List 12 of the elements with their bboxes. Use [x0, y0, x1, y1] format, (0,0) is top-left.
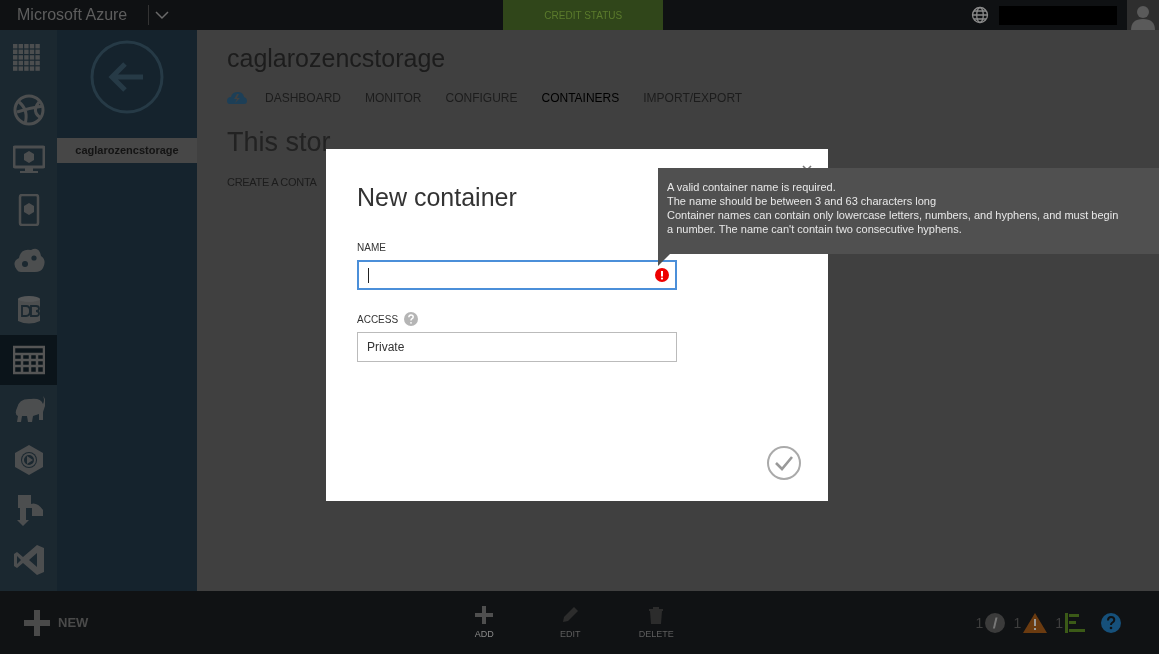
brand-title[interactable]: Microsoft Azure [0, 6, 128, 24]
tooltip-text: a number. The name can't contain two consecutive hyphens. [667, 222, 963, 236]
nav-tab[interactable]: CONTAINERS [541, 91, 620, 105]
access-dropdown[interactable]: Private [357, 332, 677, 362]
new-button[interactable]: NEW [24, 609, 89, 636]
tooltip-text: A valid container name is required. [667, 180, 837, 194]
field-label: ACCESS [357, 313, 399, 325]
tooltip-text: Container names can contain only lowercase letters, numbers, and hyphens, and must begin [667, 208, 1120, 222]
toolbar-button[interactable]: ADD [461, 606, 508, 639]
tooltip-text: The name should be between 3 and 63 characters long [667, 194, 938, 208]
field-label: NAME [357, 241, 386, 253]
dialog-title: New container [357, 183, 517, 212]
